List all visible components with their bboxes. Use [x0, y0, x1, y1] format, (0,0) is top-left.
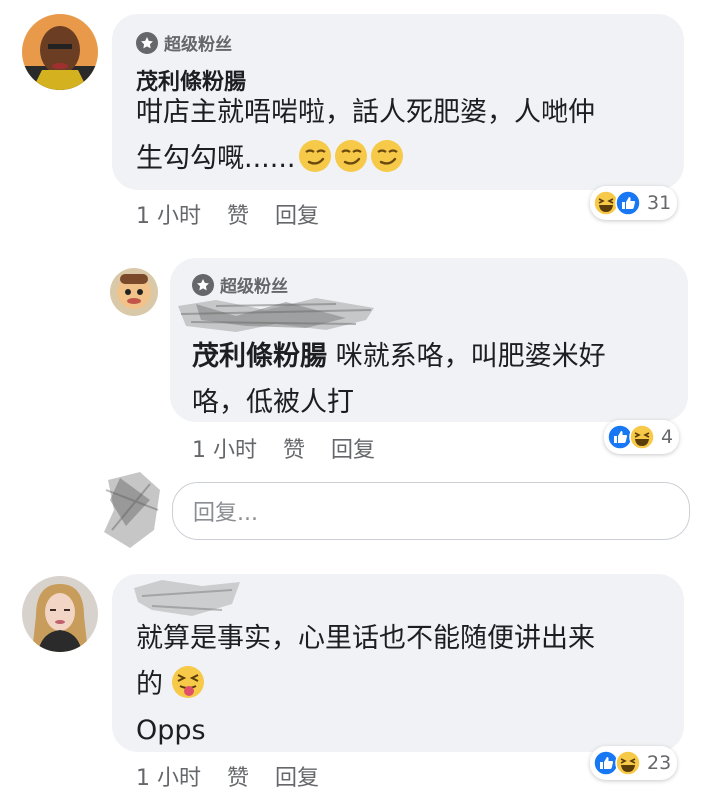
- reaction-summary[interactable]: 31: [590, 186, 678, 220]
- redacted-author-name: [132, 576, 242, 620]
- comment-actions: 1 小时 赞 回复: [136, 760, 319, 792]
- reply-button[interactable]: 回复: [275, 760, 319, 792]
- like-button[interactable]: 赞: [227, 198, 249, 230]
- timestamp-link[interactable]: 1 小时: [136, 760, 201, 792]
- comment-actions: 1 小时 赞 回复: [192, 432, 375, 464]
- like-icon: [615, 190, 641, 216]
- comment-actions: 1 小时 赞 回复: [136, 198, 319, 230]
- mentioned-name[interactable]: 茂利條粉腸: [192, 341, 327, 372]
- smirk-emoji: [370, 139, 404, 173]
- comment-text-fragment: 生勾勾嘅......: [136, 143, 296, 174]
- badge-label: 超级粉丝: [220, 277, 288, 297]
- top-fan-badge: 超级粉丝: [136, 30, 232, 55]
- comment-text-fragment: 的: [136, 669, 163, 700]
- like-button[interactable]: 赞: [283, 432, 305, 464]
- comment-text-fragment: 咪就系咯，叫肥婆米好: [327, 341, 606, 372]
- redacted-author-name: [176, 296, 376, 334]
- haha-icon: [615, 750, 641, 776]
- reaction-summary[interactable]: 4: [604, 420, 680, 454]
- top-fan-badge: 超级粉丝: [192, 272, 288, 297]
- smirk-emoji: [298, 139, 332, 173]
- tongue-out-emoji: [171, 665, 205, 699]
- reaction-count: 31: [647, 192, 672, 214]
- comment-text-line: 咁店主就唔啱啦，話人死肥婆，人哋仲: [136, 97, 595, 128]
- comment-text: 茂利條粉腸 咪就系咯，叫肥婆米好 咯，低被人打: [192, 334, 682, 426]
- badge-label: 超级粉丝: [164, 35, 232, 55]
- like-button[interactable]: 赞: [227, 760, 249, 792]
- reaction-count: 4: [661, 426, 674, 448]
- star-icon: [136, 31, 158, 54]
- reply-button[interactable]: 回复: [275, 198, 319, 230]
- redacted-avatar: [100, 470, 164, 550]
- timestamp-link[interactable]: 1 小时: [136, 198, 201, 230]
- reply-button[interactable]: 回复: [331, 432, 375, 464]
- comment-text-line: 咯，低被人打: [192, 387, 354, 418]
- reaction-summary[interactable]: 23: [590, 746, 678, 780]
- commenter-avatar[interactable]: [22, 14, 98, 90]
- timestamp-link[interactable]: 1 小时: [192, 432, 257, 464]
- reply-input-placeholder: 回复...: [193, 501, 258, 526]
- comment-text-line: 茂利條粉腸 咪就系咯，叫肥婆米好: [192, 334, 682, 380]
- haha-icon: [629, 424, 655, 450]
- reaction-count: 23: [647, 752, 672, 774]
- smirk-emoji: [334, 139, 368, 173]
- comment-text: 咁店主就唔啱啦，話人死肥婆，人哋仲 生勾勾嘅......: [136, 90, 680, 182]
- commenter-avatar[interactable]: [22, 576, 98, 652]
- star-icon: [192, 273, 214, 296]
- comment-text-line: 就算是事实，心里话也不能随便讲出来: [136, 623, 595, 654]
- comment-text-line: 的: [136, 662, 680, 708]
- commenter-avatar[interactable]: [110, 268, 158, 316]
- comment-text-line: 生勾勾嘅......: [136, 136, 680, 182]
- comment-text: 就算是事实，心里话也不能随便讲出来 的 Opps: [136, 616, 680, 754]
- reply-input[interactable]: 回复...: [172, 482, 690, 540]
